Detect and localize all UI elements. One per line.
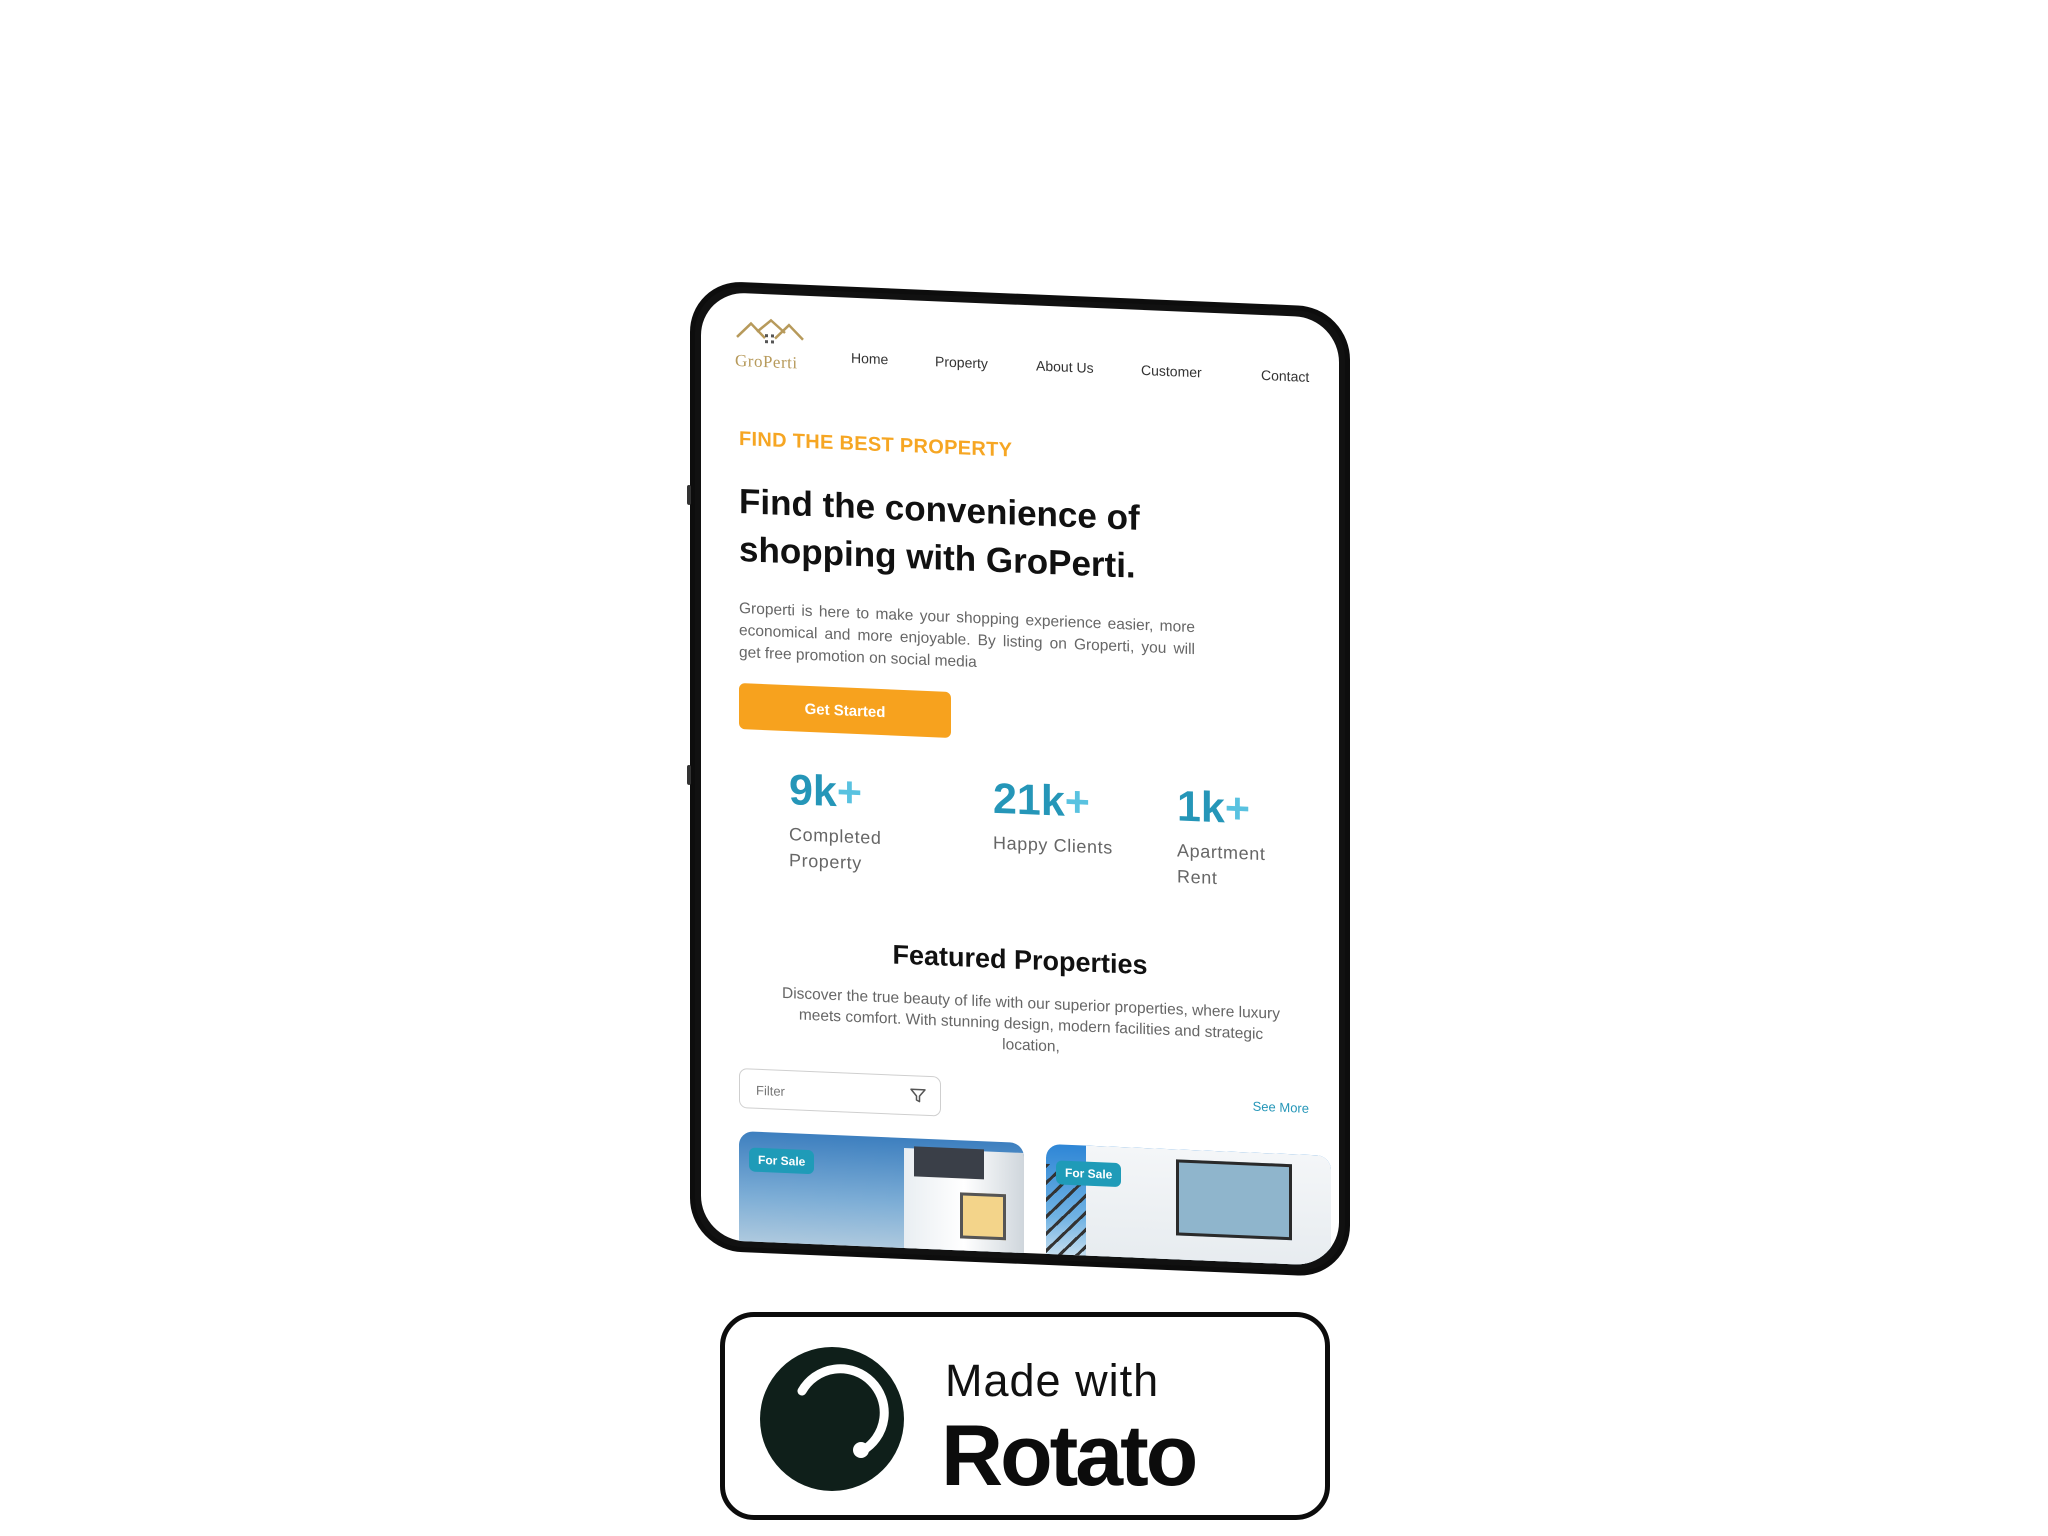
tablet-frame: GroPerti Home Property About Us Customer…	[687, 280, 1350, 1278]
filter-funnel-icon[interactable]	[908, 1085, 928, 1106]
get-started-button[interactable]: Get Started	[739, 683, 951, 738]
stat-value: 9k+	[789, 765, 919, 820]
stat-happy-clients: 21k+ Happy Clients	[993, 774, 1123, 861]
brand-logo[interactable]: GroPerti	[735, 317, 815, 380]
stat-plus: +	[1064, 777, 1090, 827]
stat-number: 1k	[1177, 782, 1225, 833]
for-sale-badge: For Sale	[749, 1147, 815, 1175]
brand-name: GroPerti	[735, 350, 798, 373]
filter-input[interactable]: Filter	[739, 1068, 941, 1117]
property-image-roof	[914, 1146, 984, 1180]
main-nav: Home Property About Us Customer Contact	[851, 350, 1321, 394]
featured-description: Discover the true beauty of life with ou…	[782, 984, 1280, 1056]
nav-property[interactable]: Property	[935, 353, 988, 371]
house-roof-logo-icon	[736, 318, 804, 344]
website-screen: GroPerti Home Property About Us Customer…	[701, 291, 1339, 1267]
nav-customer[interactable]: Customer	[1141, 362, 1202, 381]
hero-title: Find the convenience of shopping with Gr…	[739, 482, 1140, 586]
stat-completed-property: 9k+ Completed Property	[789, 765, 919, 878]
stat-value: 1k+	[1177, 781, 1307, 836]
hero-description: Groperti is here to make your shopping e…	[739, 600, 1195, 672]
property-image-window	[960, 1192, 1006, 1241]
stat-number: 21k	[993, 774, 1065, 826]
property-card[interactable]: For Sale	[739, 1131, 1024, 1263]
stat-apartment-rent: 1k+ Apartment Rent	[1177, 781, 1307, 894]
for-sale-badge: For Sale	[1056, 1160, 1122, 1188]
stat-number: 9k	[789, 766, 837, 817]
stat-plus: +	[1224, 784, 1250, 834]
stat-plus: +	[836, 768, 862, 818]
tablet-mockup: GroPerti Home Property About Us Customer…	[687, 280, 1350, 1288]
side-button	[687, 764, 691, 786]
filter-placeholder: Filter	[756, 1082, 785, 1099]
see-more-link[interactable]: See More	[1253, 1099, 1309, 1116]
stat-label: Completed Property	[789, 824, 882, 874]
rotato-wordmark: Rotato	[941, 1408, 1198, 1504]
volume-button	[687, 484, 691, 506]
rotato-logo-icon	[760, 1347, 904, 1491]
nav-contact[interactable]: Contact	[1261, 367, 1309, 385]
featured-title: Featured Properties	[892, 939, 1148, 981]
nav-about-us[interactable]: About Us	[1036, 358, 1094, 376]
stat-value: 21k+	[993, 774, 1123, 829]
property-card[interactable]: For Sale	[1046, 1143, 1331, 1267]
property-image-glass	[1176, 1159, 1292, 1241]
stat-label: Happy Clients	[993, 832, 1113, 858]
nav-home[interactable]: Home	[851, 350, 888, 368]
stat-label: Apartment Rent	[1177, 840, 1266, 889]
made-with-rotato-badge: Made with Rotato	[720, 1312, 1330, 1520]
made-with-text: Made with	[945, 1355, 1160, 1406]
hero-eyebrow: FIND THE BEST PROPERTY	[739, 428, 1013, 462]
